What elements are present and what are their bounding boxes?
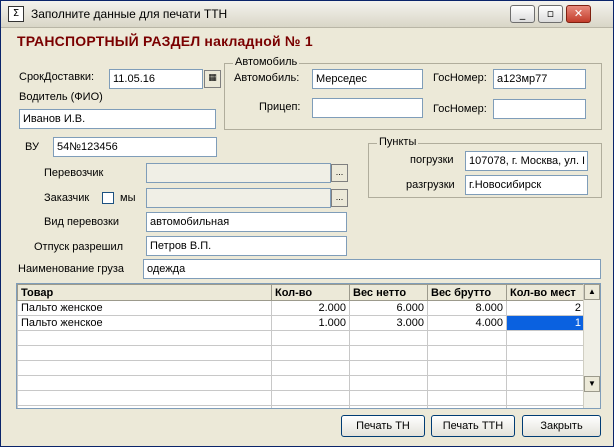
print-ttn-button[interactable]: Печать ТТН [431,415,515,437]
driver-label: Водитель (ФИО) [19,91,103,103]
close-window-button[interactable]: ✕ [566,5,591,23]
loading-field[interactable]: 107078, г. Москва, ул. I [465,151,588,171]
table-row-empty[interactable] [17,360,585,376]
table-scrollbar[interactable]: ▲ ▼ [583,284,600,408]
table-header-row: Товар Кол-во Вес нетто Вес брутто Кол-во… [17,284,585,301]
self-customer-checkbox[interactable] [102,192,114,204]
cell-gross-weight[interactable]: 8.000 [427,300,507,316]
calendar-icon[interactable]: ▦ [204,70,221,88]
page-title: ТРАНСПОРТНЫЙ РАЗДЕЛ накладной № 1 [17,33,313,49]
col-header-product[interactable]: Товар [17,284,272,301]
cell-places[interactable]: 2 [506,300,585,316]
customer-field[interactable] [146,188,331,208]
dialog-window: Σ Заполните данные для печати ТТН _ ▫ ✕ … [0,0,614,447]
transport-type-field[interactable]: автомобильная [146,212,347,232]
title-bar[interactable]: Σ Заполните данные для печати ТТН _ ▫ ✕ [1,1,613,28]
car-field[interactable]: Мерседес [312,69,423,89]
plate-field[interactable]: а123мр77 [493,69,586,89]
license-label: ВУ [25,141,39,153]
cell-places-selected[interactable]: 1 [506,315,585,331]
cell-net-weight[interactable]: 6.000 [349,300,428,316]
trailer-label: Прицеп: [259,101,301,113]
trailer-field[interactable] [312,98,423,118]
cargo-label: Наименование груза [18,263,124,275]
unloading-field[interactable]: г.Новосибирск [465,175,588,195]
release-field[interactable]: Петров В.П. [146,236,347,256]
carrier-select-button[interactable]: ... [331,164,348,182]
scroll-up-icon[interactable]: ▲ [584,284,600,300]
print-tn-button[interactable]: Печать ТН [341,415,425,437]
transport-type-label: Вид перевозки [44,216,119,228]
table-row-empty[interactable] [17,330,585,346]
col-header-gross-weight[interactable]: Вес брутто [427,284,507,301]
points-group-title: Пункты [377,136,419,148]
table-row-empty[interactable] [17,375,585,391]
col-header-net-weight[interactable]: Вес нетто [349,284,428,301]
cell-qty[interactable]: 2.000 [271,300,350,316]
minimize-button[interactable]: _ [510,5,535,23]
unloading-label: разгрузки [406,179,455,191]
vehicle-group-title: Автомобиль [233,56,300,68]
table-row-empty[interactable] [17,390,585,406]
window-title: Заполните данные для печати ТТН [31,7,228,21]
self-customer-label: мы [120,192,136,204]
carrier-field[interactable] [146,163,331,183]
app-icon: Σ [8,6,24,22]
col-header-places[interactable]: Кол-во мест [506,284,585,301]
table-row-empty[interactable] [17,405,585,408]
release-label: Отпуск разрешил [34,241,124,253]
col-header-qty[interactable]: Кол-во [271,284,350,301]
cell-product[interactable]: Пальто женское [17,315,272,331]
plate-label: ГосНомер: [433,72,487,84]
trailer-plate-field[interactable] [493,99,586,119]
scroll-down-icon[interactable]: ▼ [584,376,600,392]
carrier-label: Перевозчик [44,167,104,179]
license-field[interactable]: 54№123456 [53,137,217,157]
table-row[interactable]: Пальто женское 2.000 6.000 8.000 2 [17,300,585,316]
delivery-date-label: СрокДоставки: [19,71,95,83]
cargo-field[interactable]: одежда [143,259,601,279]
delivery-date-field[interactable]: 11.05.16 [109,69,203,89]
cell-qty[interactable]: 1.000 [271,315,350,331]
customer-select-button[interactable]: ... [331,189,348,207]
customer-label: Заказчик [44,192,90,204]
driver-field[interactable]: Иванов И.В. [19,109,216,129]
table-row-empty[interactable] [17,345,585,361]
cell-gross-weight[interactable]: 4.000 [427,315,507,331]
table-row[interactable]: Пальто женское 1.000 3.000 4.000 1 [17,315,585,331]
cell-product[interactable]: Пальто женское [17,300,272,316]
loading-label: погрузки [410,154,454,166]
goods-table[interactable]: Товар Кол-во Вес нетто Вес брутто Кол-во… [16,283,601,409]
maximize-button[interactable]: ▫ [538,5,563,23]
car-label: Автомобиль: [234,72,300,84]
close-button[interactable]: Закрыть [522,415,601,437]
cell-net-weight[interactable]: 3.000 [349,315,428,331]
trailer-plate-label: ГосНомер: [433,103,487,115]
